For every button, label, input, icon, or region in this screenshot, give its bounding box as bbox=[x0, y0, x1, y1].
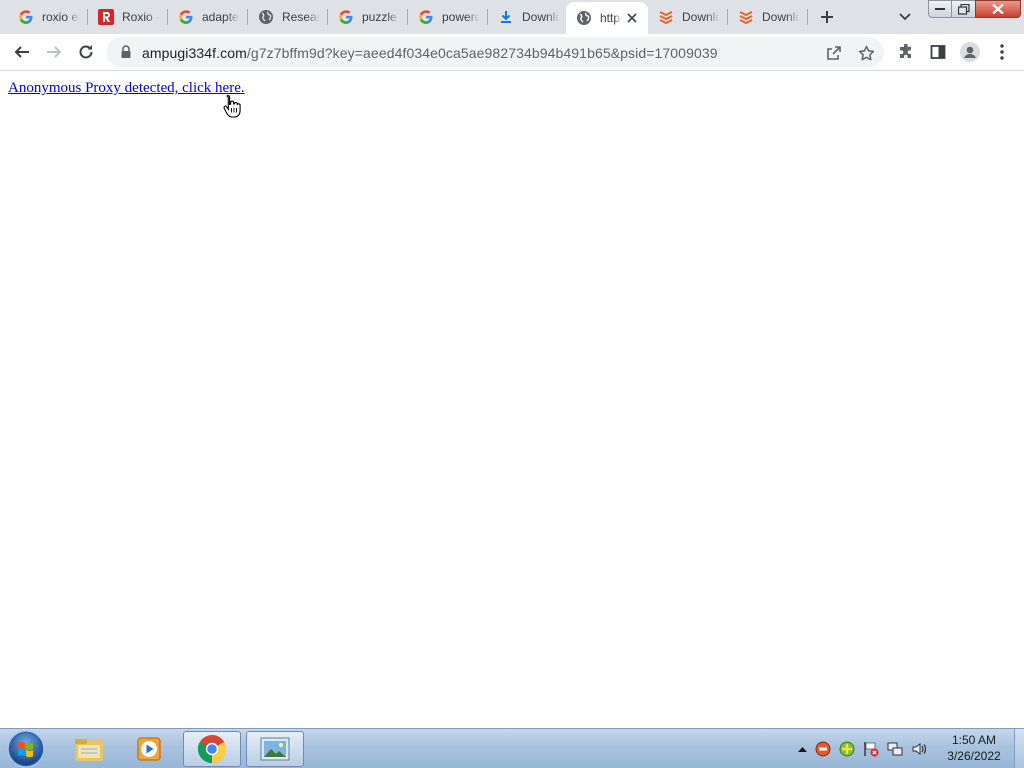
proxy-detected-link[interactable]: Anonymous Proxy detected, click here. bbox=[8, 80, 245, 97]
plus-icon bbox=[821, 11, 833, 23]
tab-puzzle[interactable]: puzzle bbox=[328, 0, 408, 34]
url-path: /g7z7bffm9d?key=aeed4f034e0ca5ae982734b9… bbox=[246, 45, 718, 61]
tab-title: Download bbox=[682, 10, 720, 24]
taskbar-photo-viewer[interactable] bbox=[246, 731, 304, 767]
security-tray-icon[interactable] bbox=[811, 741, 835, 757]
tab-title: powerdvd bbox=[442, 10, 480, 24]
stack-icon bbox=[658, 9, 674, 25]
extensions-icon[interactable] bbox=[896, 42, 916, 62]
hand-cursor-icon bbox=[223, 94, 241, 123]
tab-active-http[interactable]: http bbox=[566, 2, 648, 34]
close-tab-icon[interactable] bbox=[624, 10, 640, 26]
start-button[interactable] bbox=[6, 730, 46, 768]
tab-download-2[interactable]: Download bbox=[648, 0, 728, 34]
tab-title: http bbox=[600, 11, 621, 25]
tab-download-1[interactable]: Download bbox=[488, 0, 568, 34]
side-panel-icon[interactable] bbox=[928, 42, 948, 62]
roxio-icon bbox=[98, 9, 114, 25]
taskbar-clock[interactable]: 1:50 AM 3/26/2022 bbox=[934, 732, 1014, 764]
new-tab-button[interactable] bbox=[815, 6, 839, 28]
tab-research[interactable]: Research bbox=[248, 0, 328, 34]
restore-button[interactable] bbox=[951, 0, 976, 18]
download-icon bbox=[498, 9, 514, 25]
tab-title: Research bbox=[282, 10, 320, 24]
tab-strip: roxio easy Roxio - adapter Research puzz… bbox=[0, 0, 1024, 34]
tab-roxio[interactable]: Roxio - bbox=[88, 0, 168, 34]
clock-date: 3/26/2022 bbox=[947, 749, 1001, 763]
more-menu-icon[interactable] bbox=[992, 42, 1012, 62]
chevron-down-icon bbox=[899, 13, 911, 21]
tab-title: adapter bbox=[202, 10, 240, 24]
forward-button[interactable] bbox=[41, 39, 67, 65]
share-icon[interactable] bbox=[825, 44, 843, 62]
window-close-button[interactable] bbox=[975, 0, 1021, 18]
tab-title: Download bbox=[762, 10, 800, 24]
chrome-icon bbox=[198, 735, 226, 763]
browser-toolbar: ampugi334f.com/g7z7bffm9d?key=aeed4f034e… bbox=[0, 34, 1024, 71]
minimize-icon bbox=[935, 8, 945, 10]
lock-icon bbox=[120, 45, 132, 64]
tab-search-button[interactable] bbox=[893, 6, 917, 28]
reload-button[interactable] bbox=[73, 39, 99, 65]
star-icon[interactable] bbox=[857, 44, 875, 62]
clock-time: 1:50 AM bbox=[951, 733, 997, 747]
tab-title: Roxio - bbox=[122, 10, 160, 24]
volume-tray-icon[interactable] bbox=[907, 741, 931, 757]
update-tray-icon[interactable] bbox=[835, 741, 859, 757]
globe-icon bbox=[258, 9, 274, 25]
page-content: Anonymous Proxy detected, click here. bbox=[0, 72, 1024, 728]
restore-icon bbox=[957, 3, 970, 15]
system-tray bbox=[793, 729, 931, 768]
profile-avatar-icon[interactable] bbox=[960, 42, 980, 62]
google-icon bbox=[338, 9, 354, 25]
taskbar-chrome[interactable] bbox=[183, 731, 241, 767]
taskbar-media-player[interactable] bbox=[120, 731, 178, 767]
google-icon bbox=[418, 9, 434, 25]
media-player-icon bbox=[137, 737, 161, 761]
tab-roxio-easy[interactable]: roxio easy bbox=[8, 0, 88, 34]
network-tray-icon[interactable] bbox=[883, 741, 907, 757]
close-icon bbox=[992, 4, 1004, 14]
arrow-right-icon bbox=[47, 46, 62, 58]
tab-title: roxio easy bbox=[42, 10, 80, 24]
globe-icon bbox=[576, 10, 592, 26]
minimize-button[interactable] bbox=[928, 0, 952, 18]
arrow-left-icon bbox=[14, 46, 29, 58]
windows-logo-icon bbox=[7, 730, 45, 768]
show-desktop-button[interactable] bbox=[1014, 729, 1024, 768]
tab-download-3[interactable]: Download bbox=[728, 0, 808, 34]
url-domain: ampugi334f.com bbox=[142, 45, 247, 61]
windows-taskbar: 1:50 AM 3/26/2022 bbox=[0, 728, 1024, 768]
folder-icon bbox=[75, 739, 103, 761]
reload-icon bbox=[79, 45, 93, 59]
tab-title: puzzle bbox=[362, 10, 397, 24]
photo-viewer-icon bbox=[260, 737, 290, 761]
tab-separator bbox=[807, 9, 808, 25]
back-button[interactable] bbox=[9, 39, 35, 65]
google-icon bbox=[178, 9, 194, 25]
show-hidden-icons-icon[interactable] bbox=[793, 746, 811, 752]
taskbar-explorer[interactable] bbox=[60, 731, 118, 767]
google-icon bbox=[18, 9, 34, 25]
stack-icon bbox=[738, 9, 754, 25]
tab-title: Download bbox=[522, 10, 560, 24]
address-bar[interactable]: ampugi334f.com/g7z7bffm9d?key=aeed4f034e… bbox=[106, 37, 884, 67]
tab-adapter[interactable]: adapter bbox=[168, 0, 248, 34]
tab-powerdvd[interactable]: powerdvd bbox=[408, 0, 488, 34]
action-center-flag-icon[interactable] bbox=[859, 741, 883, 757]
url-text[interactable]: ampugi334f.com/g7z7bffm9d?key=aeed4f034e… bbox=[142, 45, 718, 61]
